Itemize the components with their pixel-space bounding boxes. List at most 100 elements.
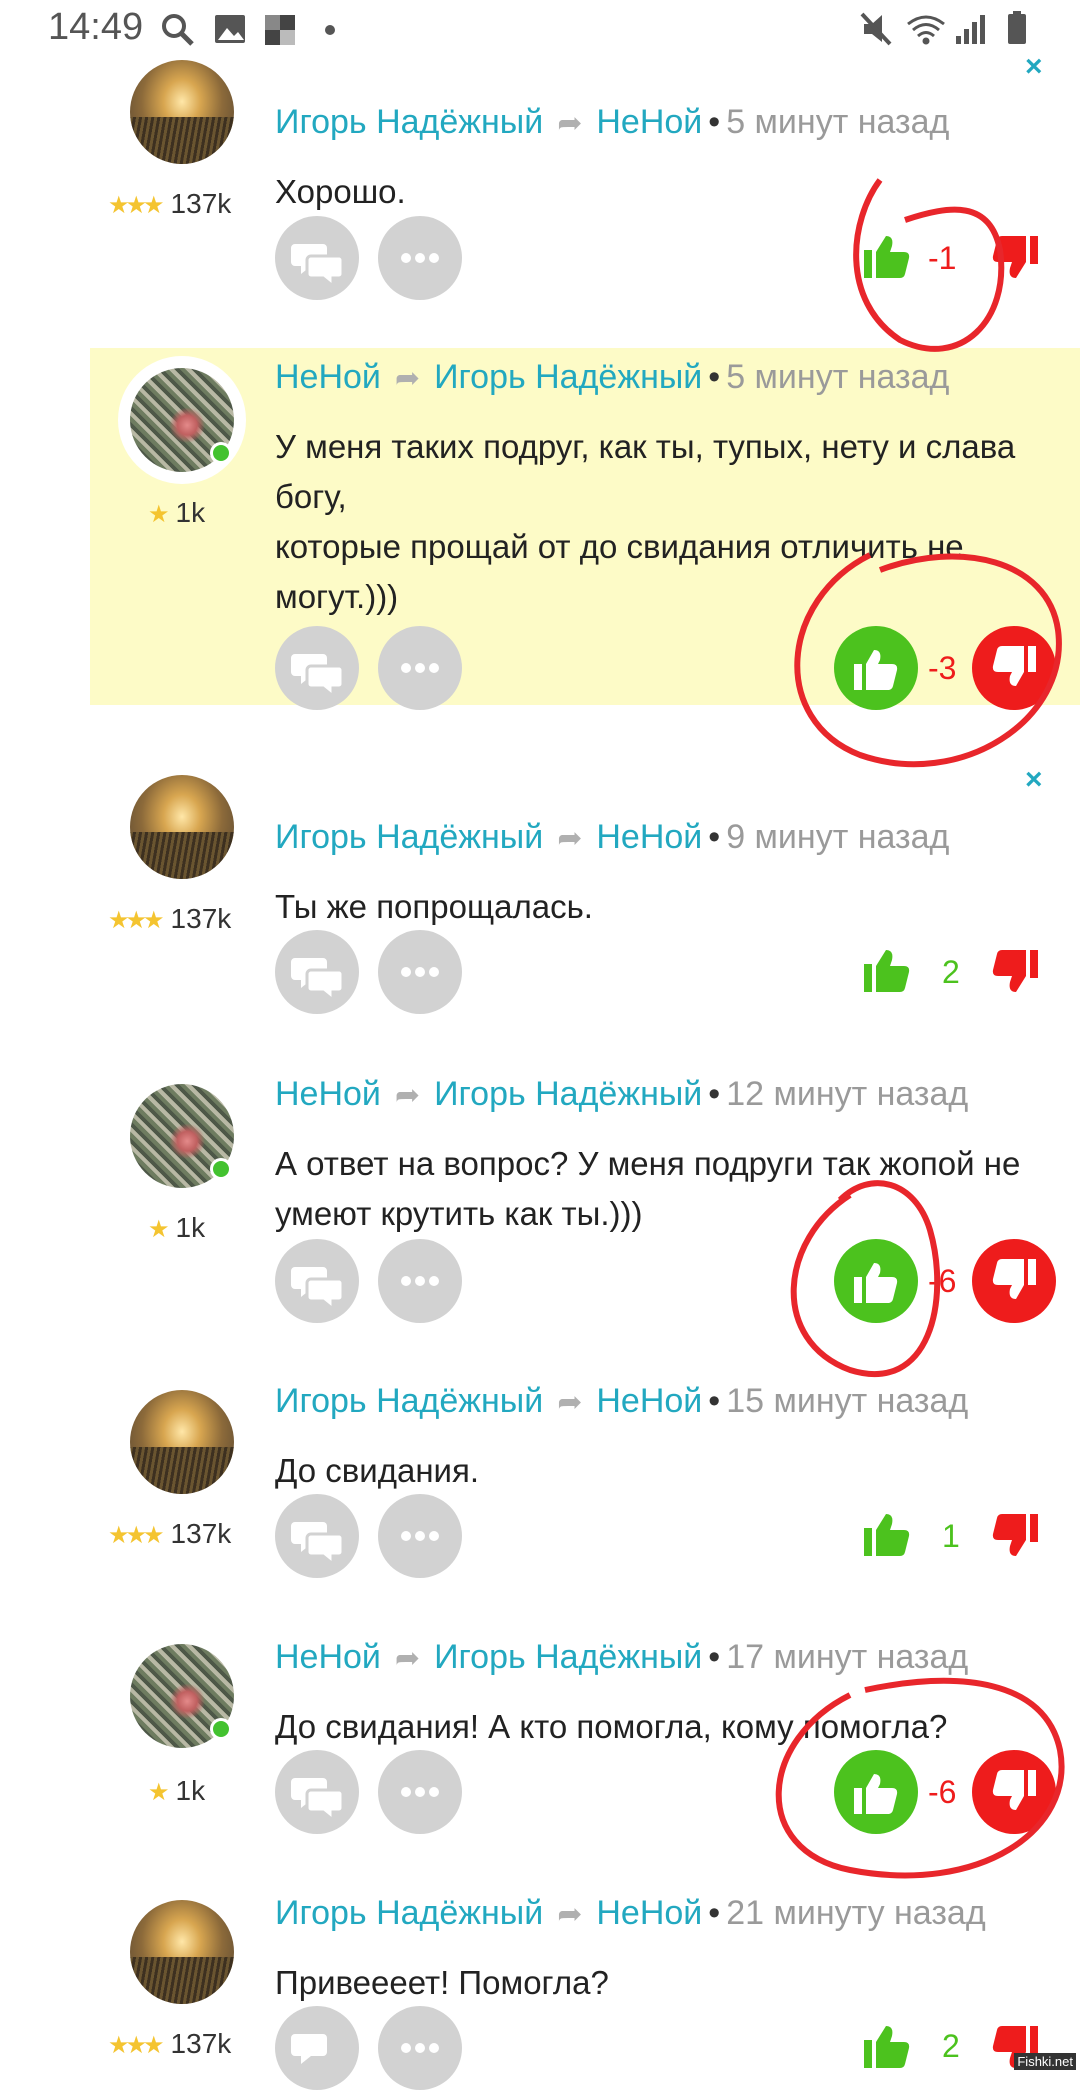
user-rating: ★★★ 137k [108, 903, 232, 934]
star-icon: ★ [148, 1779, 169, 1806]
close-icon[interactable]: × [1025, 763, 1043, 797]
comment-meta: Игорь Надёжный ➦ НеНой • 21 минуту назад [275, 1894, 986, 1933]
comment-meta: НеНой ➦ Игорь Надёжный • 17 минут назад [275, 1638, 968, 1677]
more-button[interactable] [378, 1750, 462, 1834]
avatar[interactable] [130, 775, 234, 879]
more-button[interactable] [378, 1239, 462, 1323]
watermark: Fishki.net [1014, 2053, 1076, 2070]
more-icon [401, 2043, 439, 2053]
more-button[interactable] [378, 2006, 462, 2090]
thumbs-up-icon[interactable] [862, 2022, 912, 2072]
more-icon [401, 967, 439, 977]
more-button[interactable] [378, 1494, 462, 1578]
like-button[interactable] [834, 626, 918, 710]
vote-count: 2 [942, 2028, 960, 2064]
author-link[interactable]: НеНой [275, 1638, 381, 1676]
timestamp: 17 минут назад [726, 1638, 969, 1676]
reply-arrow-icon: ➦ [394, 1079, 421, 1112]
comment-text: Привеееет! Помогла? [275, 1964, 609, 2001]
vote-count: -6 [928, 1263, 957, 1299]
separator: • [708, 103, 721, 141]
comment-text: До свидания. [275, 1452, 480, 1489]
timestamp: 5 минут назад [726, 103, 950, 141]
recipient-link[interactable]: НеНой [596, 818, 702, 856]
author-link[interactable]: Игорь Надёжный [275, 818, 543, 856]
reply-icon [291, 1522, 345, 1568]
star-icon: ★★★ [108, 2032, 165, 2059]
recipient-link[interactable]: НеНой [596, 1382, 702, 1420]
recipient-link[interactable]: Игорь Надёжный [434, 358, 702, 396]
user-rating: ★ 1k [148, 497, 206, 528]
reply-button[interactable] [275, 1239, 359, 1323]
user-rating: ★ 1k [148, 1775, 206, 1806]
thumbs-up-icon[interactable] [862, 1510, 912, 1560]
like-button[interactable] [834, 1239, 918, 1323]
recipient-link[interactable]: НеНой [596, 1894, 702, 1932]
star-icon: ★ [148, 1216, 169, 1243]
author-link[interactable]: Игорь Надёжный [275, 1382, 543, 1420]
reply-button[interactable] [275, 2006, 359, 2090]
timestamp: 9 минут назад [726, 818, 950, 856]
thumbs-up-icon[interactable] [862, 946, 912, 996]
thumbs-down-icon[interactable] [990, 232, 1040, 282]
reply-arrow-icon: ➦ [394, 1642, 421, 1675]
author-link[interactable]: Игорь Надёжный [275, 103, 543, 141]
avatar[interactable] [130, 1900, 234, 2004]
separator: • [708, 1638, 721, 1676]
status-icons-left [162, 14, 335, 46]
author-link[interactable]: Игорь Надёжный [275, 1894, 543, 1932]
like-button[interactable] [834, 1750, 918, 1834]
image-icon [215, 15, 245, 43]
vote-count: -1 [928, 240, 957, 276]
thumbs-up-icon [854, 1263, 898, 1303]
timestamp: 12 минут назад [726, 1075, 969, 1113]
thumbs-down-icon [992, 1259, 1036, 1299]
more-icon [401, 1531, 439, 1541]
reply-button[interactable] [275, 1494, 359, 1578]
avatar[interactable] [130, 1390, 234, 1494]
reply-button[interactable] [275, 1750, 359, 1834]
reply-button[interactable] [275, 216, 359, 300]
author-link[interactable]: НеНой [275, 358, 381, 396]
user-rating: ★ 1k [148, 1212, 206, 1243]
author-link[interactable]: НеНой [275, 1075, 381, 1113]
dislike-button[interactable] [972, 1750, 1056, 1834]
separator: • [708, 1894, 721, 1932]
thumbs-up-icon [854, 1774, 898, 1814]
thumbs-up-icon[interactable] [862, 232, 912, 282]
more-icon [401, 663, 439, 673]
recipient-link[interactable]: Игорь Надёжный [434, 1638, 702, 1676]
thumbs-down-icon[interactable] [990, 1510, 1040, 1560]
mute-icon [860, 12, 892, 46]
vote-count: 1 [942, 1518, 960, 1554]
dislike-button[interactable] [972, 1239, 1056, 1323]
thumbs-down-icon[interactable] [990, 946, 1040, 996]
recipient-link[interactable]: Игорь Надёжный [434, 1075, 702, 1113]
avatar[interactable] [130, 60, 234, 164]
reply-button[interactable] [275, 626, 359, 710]
dislike-button[interactable] [972, 626, 1056, 710]
user-rating: ★★★ 137k [108, 1518, 232, 1549]
star-icon: ★★★ [108, 192, 165, 219]
comment-text: Ты же попрощалась. [275, 888, 593, 925]
online-indicator [210, 1158, 232, 1180]
more-button[interactable] [378, 930, 462, 1014]
separator: • [708, 358, 721, 396]
comment-meta: Игорь Надёжный ➦ НеНой • 15 минут назад [275, 1382, 968, 1421]
timestamp: 5 минут назад [726, 358, 950, 396]
comment-text: До свидания! А кто помогла, кому помогла… [275, 1708, 948, 1745]
star-icon: ★ [148, 501, 169, 528]
more-button[interactable] [378, 216, 462, 300]
status-bar: 14:49 [0, 0, 1080, 60]
reply-icon [291, 244, 345, 290]
reply-arrow-icon: ➦ [557, 107, 583, 140]
comment-text: У меня таких подруг, как ты, тупых, нету… [275, 428, 1016, 615]
comment-meta: НеНой ➦ Игорь Надёжный • 12 минут назад [275, 1075, 968, 1114]
more-icon [401, 253, 439, 263]
reply-icon [291, 2034, 327, 2064]
more-button[interactable] [378, 626, 462, 710]
reply-button[interactable] [275, 930, 359, 1014]
status-time: 14:49 [48, 6, 144, 48]
close-icon[interactable]: × [1025, 50, 1043, 84]
recipient-link[interactable]: НеНой [596, 103, 702, 141]
